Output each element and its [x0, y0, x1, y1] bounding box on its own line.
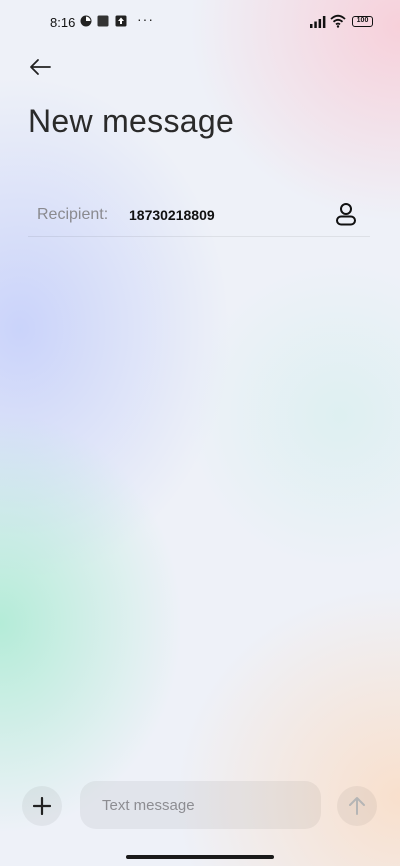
- home-indicator[interactable]: [126, 855, 274, 859]
- signal-icon: [310, 16, 326, 28]
- battery-level: 100: [356, 17, 369, 24]
- wifi-icon: [330, 14, 346, 28]
- upload-icon: [115, 15, 127, 27]
- recipient-field[interactable]: Recipient: 18730218809: [28, 192, 370, 237]
- page-title: New message: [28, 103, 235, 139]
- plus-icon: [33, 797, 51, 815]
- recipient-value[interactable]: 18730218809: [129, 207, 215, 223]
- more-notifications-icon: ···: [137, 11, 154, 27]
- status-time: 8:16: [50, 15, 76, 30]
- square-app-icon: [97, 15, 109, 27]
- person-icon[interactable]: [332, 200, 360, 228]
- back-button[interactable]: [24, 52, 56, 82]
- message-input[interactable]: [80, 781, 321, 829]
- battery-icon: 100: [352, 16, 373, 27]
- arrow-up-icon: [349, 797, 365, 815]
- pie-icon: [80, 15, 92, 27]
- back-arrow-icon: [30, 59, 51, 75]
- send-button[interactable]: [337, 786, 377, 826]
- status-bar: 8:16 ··· 100: [0, 0, 400, 44]
- add-attachment-button[interactable]: [22, 786, 62, 826]
- recipient-label: Recipient:: [37, 206, 109, 223]
